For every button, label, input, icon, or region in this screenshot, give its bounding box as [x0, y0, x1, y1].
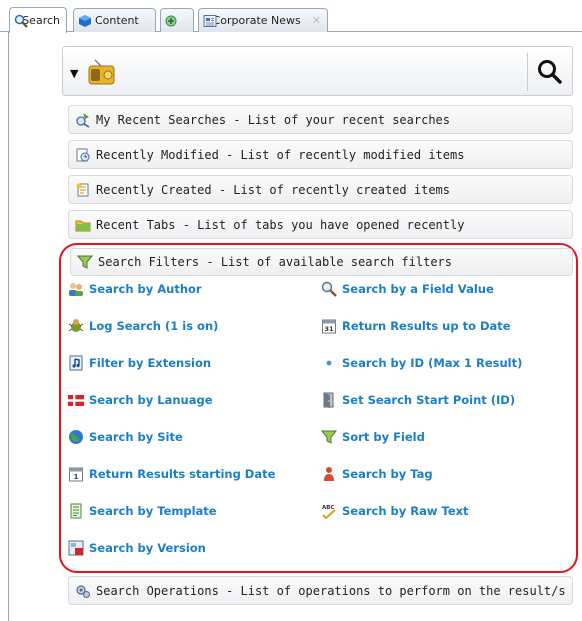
filter-label: Search by ID (Max 1 Result) — [342, 356, 523, 370]
add-tab-icon — [165, 14, 179, 28]
filter-label: Filter by Extension — [89, 356, 212, 370]
filter-return-results-up-to-date[interactable]: 31 Return Results up to Date — [321, 317, 511, 335]
tab-search[interactable]: Search — [9, 7, 67, 33]
recent-tabs-label: Recent Tabs - List of tabs you have open… — [96, 217, 465, 232]
filter-search-by-field-value[interactable]: Search by a Field Value — [321, 280, 494, 298]
recent-searches-label: My Recent Searches - List of your recent… — [96, 112, 451, 127]
operations-gear-icon — [75, 583, 91, 599]
bug-icon — [68, 318, 84, 334]
filter-search-by-template[interactable]: Search by Template — [68, 502, 217, 520]
close-icon[interactable]: ✕ — [312, 10, 321, 32]
tab-content[interactable]: Content — [73, 8, 156, 32]
funnel-icon — [321, 429, 337, 445]
tab-add[interactable] — [160, 8, 194, 32]
recently-modified-row[interactable]: Recently Modified - List of recently mod… — [68, 140, 573, 169]
calendar-icon: 1 — [68, 466, 84, 482]
recent-searches-icon — [75, 112, 91, 128]
svg-text:ABC: ABC — [322, 505, 335, 511]
filter-label: Search by a Field Value — [342, 282, 494, 296]
filter-label: Set Search Start Point (ID) — [342, 393, 516, 407]
svg-text:1: 1 — [74, 473, 79, 481]
magnifier-icon[interactable] — [536, 58, 564, 86]
search-bar-separator — [527, 53, 528, 91]
news-icon — [203, 14, 217, 28]
filter-label: Log Search (1 is on) — [89, 319, 219, 333]
globe-icon — [68, 429, 84, 445]
filter-label: Search by Site — [89, 430, 183, 444]
tag-person-icon — [321, 466, 337, 482]
new-document-icon — [75, 182, 91, 198]
filter-label: Search by Version — [89, 541, 206, 555]
calendar-31-icon: 31 — [321, 318, 337, 334]
tab-label: Content — [95, 13, 139, 27]
zoom-icon — [321, 281, 337, 297]
tab-label: Corporate News — [212, 13, 301, 27]
filter-label: Search by Tag — [342, 467, 433, 481]
folder-tabs-icon — [75, 217, 91, 233]
filter-by-extension[interactable]: Filter by Extension — [68, 354, 211, 372]
filter-search-by-site[interactable]: Search by Site — [68, 428, 183, 446]
search-operations-label: Search Operations - List of operations t… — [96, 583, 566, 598]
modified-document-icon — [75, 147, 91, 163]
document-icon — [68, 503, 84, 519]
flag-icon — [68, 392, 84, 408]
radio-icon[interactable] — [86, 57, 116, 87]
recently-created-label: Recently Created - List of recently crea… — [96, 182, 451, 197]
filter-label: Search by Template — [89, 504, 217, 518]
music-file-icon — [68, 355, 84, 371]
filter-label: Sort by Field — [342, 430, 425, 444]
recent-tabs-row[interactable]: Recent Tabs - List of tabs you have open… — [68, 210, 573, 239]
search-operations-row[interactable]: Search Operations - List of operations t… — [68, 576, 573, 605]
filter-search-by-version[interactable]: Search by Version — [68, 539, 206, 557]
recently-created-row[interactable]: Recently Created - List of recently crea… — [68, 175, 573, 204]
people-icon — [68, 281, 84, 297]
filter-search-by-author[interactable]: Search by Author — [68, 280, 202, 298]
filter-search-by-language[interactable]: Search by Lanuage — [68, 391, 213, 409]
filter-set-search-start-point[interactable]: Set Search Start Point (ID) — [321, 391, 515, 409]
filter-search-by-raw-text[interactable]: ABC Search by Raw Text — [321, 502, 469, 520]
recently-modified-label: Recently Modified - List of recently mod… — [96, 147, 465, 162]
filter-label: Search by Raw Text — [342, 504, 469, 518]
filter-label: Search by Author — [89, 282, 202, 296]
svg-text:31: 31 — [324, 325, 334, 333]
database-dropdown-arrow[interactable]: ▼ — [70, 67, 78, 80]
filter-return-results-starting-date[interactable]: 1 Return Results starting Date — [68, 465, 275, 483]
search-icon — [14, 14, 28, 28]
dot-icon — [321, 355, 337, 371]
search-filters-label: Search Filters - List of available searc… — [98, 255, 453, 269]
tab-corporate-news[interactable]: Corporate News ✕ — [198, 8, 328, 32]
content-icon — [78, 14, 92, 28]
spellcheck-icon: ABC — [321, 503, 337, 519]
filter-label: Return Results up to Date — [342, 319, 511, 333]
door-icon — [321, 392, 337, 408]
filter-label: Search by Lanuage — [89, 393, 213, 407]
frame-border — [8, 31, 9, 621]
filter-log-search[interactable]: Log Search (1 is on) — [68, 317, 218, 335]
filter-search-by-id[interactable]: Search by ID (Max 1 Result) — [321, 354, 522, 372]
version-icon — [68, 540, 84, 556]
filter-search-by-tag[interactable]: Search by Tag — [321, 465, 433, 483]
recent-searches-row[interactable]: My Recent Searches - List of your recent… — [68, 105, 573, 134]
tab-strip: Search Content Corporate News ✕ — [0, 0, 582, 36]
funnel-icon — [77, 254, 93, 270]
search-filters-row[interactable]: Search Filters - List of available searc… — [70, 248, 573, 276]
filter-label: Return Results starting Date — [89, 467, 276, 481]
search-bar: ▼ — [62, 46, 573, 96]
filter-sort-by-field[interactable]: Sort by Field — [321, 428, 425, 446]
